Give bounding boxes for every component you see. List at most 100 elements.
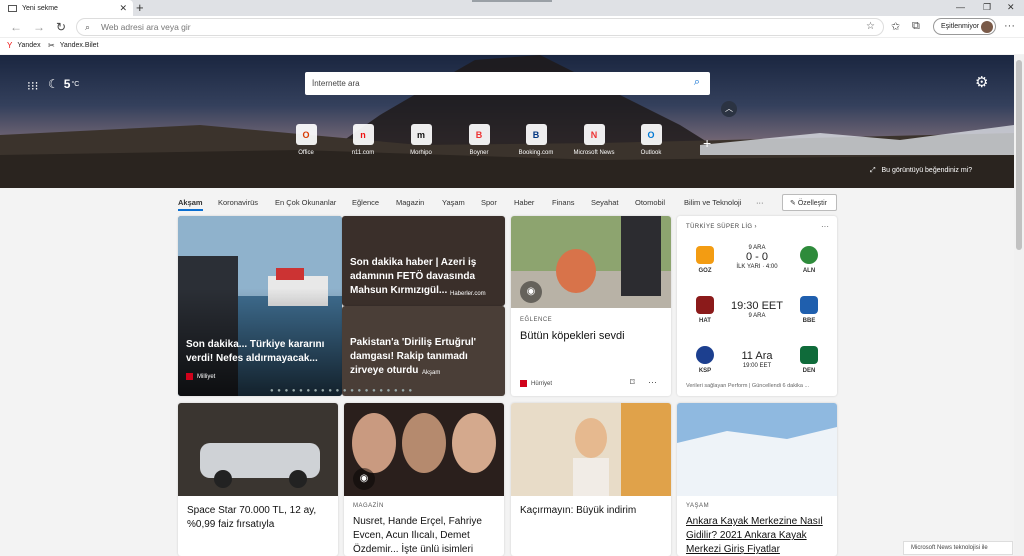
new-tab-button[interactable]: + [136, 1, 144, 14]
image-feedback[interactable]: ⤢ Bu görüntüyü beğendiniz mi? [870, 167, 972, 175]
news-card-side-2[interactable]: Pakistan'a 'Diriliş Ertuğrul' damgası! R… [342, 306, 505, 396]
quick-link-n11[interactable]: n n11.com [341, 124, 385, 156]
maximize-icon[interactable]: ❐ [983, 2, 991, 13]
team-badge-icon [696, 296, 714, 314]
scrollbar[interactable] [1014, 55, 1024, 556]
scrollbar-thumb[interactable] [1016, 60, 1022, 250]
minimize-icon[interactable]: — [956, 2, 965, 12]
sync-label: Eşitlenmiyor [941, 23, 980, 30]
yandex-bilet-icon: ✂ [48, 41, 55, 50]
tab-finans[interactable]: Finans [552, 198, 575, 207]
quick-link-booking[interactable]: B Booking.com [514, 124, 558, 156]
quick-link-boyner[interactable]: B Boyner [457, 124, 501, 156]
source-name: Haberler.com [450, 291, 486, 297]
league-header[interactable]: TÜRKİYE SÜPER LİG › [686, 224, 757, 230]
team-hat[interactable]: HAT [690, 296, 720, 324]
news-title[interactable]: Pakistan'a 'Diriliş Ertuğrul' damgası! R… [350, 336, 480, 378]
personalize-button[interactable]: ✎ Özelleştir [782, 194, 837, 211]
team-name: ALN [802, 268, 816, 274]
team-goz[interactable]: GOZ [690, 246, 720, 274]
web-search-input[interactable]: İnternette ara ⌕ [305, 72, 710, 95]
apps-grid-icon[interactable]: ⁝⁝⁝ [27, 79, 38, 93]
match-3-info: 11 Ara 19:00 EET [717, 350, 797, 369]
bookmark-icon[interactable]: ⌑ [630, 377, 635, 388]
hurriyet-logo-icon [520, 380, 527, 387]
carousel-dots[interactable]: ● ● ● ● ● ● ● ● ● ● ● ● ● ● ● ● ● ● ● ● [270, 388, 413, 394]
tab-yasam[interactable]: Yaşam [442, 198, 465, 207]
news-card-discount[interactable]: Kaçırmayın: Büyük indirim [511, 403, 671, 556]
favorite-star-icon[interactable]: ☆ [866, 21, 875, 32]
quick-link-morhipo[interactable]: m Morhipo [399, 124, 443, 156]
team-ksp[interactable]: KSP [690, 346, 720, 374]
search-icon: ⌕ [85, 22, 91, 32]
tab-new[interactable]: Yeni sekme ✕ [0, 0, 133, 16]
more-categories-icon[interactable]: ··· [756, 198, 764, 207]
news-title[interactable]: Ankara Kayak Merkezine Nasıl Gidilir? 20… [686, 515, 829, 556]
n11-icon: n [352, 124, 374, 145]
tab-eglence[interactable]: Eğlence [352, 198, 379, 207]
source-name: Milliyet [197, 373, 216, 380]
weather-unit: °C [71, 80, 80, 88]
news-card-side-1[interactable]: Son dakika haber | Azeri iş adamının FET… [342, 216, 505, 306]
tab-en-cok-okunanlar[interactable]: En Çok Okunanlar [275, 198, 336, 207]
news-title[interactable]: Bütün köpekleri sevdi [520, 329, 663, 343]
page-icon [8, 4, 17, 12]
gear-icon[interactable]: ⚙ [975, 73, 988, 91]
news-title[interactable]: Kaçırmayın: Büyük indirim [520, 504, 663, 518]
bookmark-yandex-bilet[interactable]: ✂ Yandex.Bilet [48, 41, 99, 50]
quick-link-label: Microsoft News [573, 150, 615, 156]
more-options-icon[interactable]: ··· [648, 377, 657, 387]
more-icon[interactable]: ··· [1004, 20, 1015, 32]
tab-spor[interactable]: Spor [481, 198, 497, 207]
yandex-icon: Y [7, 41, 13, 50]
quick-link-microsoft-news[interactable]: N Microsoft News [566, 124, 622, 156]
address-bar[interactable]: ⌕ Web adresi ara veya gir ☆ [76, 18, 884, 36]
news-card-car[interactable]: Space Star 70.000 TL, 12 ay, %0,99 faiz … [178, 403, 338, 556]
toolbar: ← → ↻ ⌕ Web adresi ara veya gir ☆ ✩ ⧉ Eş… [0, 16, 1024, 38]
news-title[interactable]: Son dakika... Türkiye kararını verdi! Ne… [186, 338, 336, 366]
add-quick-link-icon[interactable]: + [703, 135, 711, 151]
team-name: KSP [698, 368, 712, 374]
refresh-icon[interactable]: ↻ [56, 20, 66, 34]
close-icon[interactable]: ✕ [119, 3, 127, 14]
collections-icon[interactable]: ⧉ [912, 20, 920, 33]
forward-icon[interactable]: → [33, 20, 45, 34]
pencil-icon: ✎ [790, 200, 796, 207]
match-2-info: 19:30 EET 9 ARA [717, 300, 797, 319]
tab-drag-handle[interactable] [472, 0, 552, 2]
news-card-ski[interactable]: YAŞAM Ankara Kayak Merkezine Nasıl Gidil… [677, 403, 837, 556]
source-name: Hürriyet [531, 380, 553, 387]
team-bbe[interactable]: BBE [794, 296, 824, 324]
tab-haber[interactable]: Haber [514, 198, 534, 207]
bookmark-yandex[interactable]: Y Yandex [7, 41, 41, 50]
tab-koronavirus[interactable]: Koronavirüs [218, 198, 258, 207]
team-aln[interactable]: ALN [794, 246, 824, 274]
quick-link-label: Boyner [469, 150, 489, 156]
team-den[interactable]: DEN [794, 346, 824, 374]
more-options-icon[interactable]: ··· [821, 222, 829, 231]
tab-seyahat[interactable]: Seyahat [591, 198, 619, 207]
tab-otomobil[interactable]: Otomobil [635, 198, 665, 207]
tab-bilim-teknoloji[interactable]: Bilim ve Teknoloji [684, 198, 741, 207]
background-hero: ⁝⁝⁝ ☾ 5 °C İnternette ara ⌕ ︿ ⚙ O Office… [0, 55, 1014, 188]
news-source: Milliyet [186, 373, 215, 380]
news-title[interactable]: Space Star 70.000 TL, 12 ay, %0,99 faiz … [187, 504, 330, 532]
favorites-icon[interactable]: ✩ [891, 20, 900, 33]
quick-link-office[interactable]: O Office [284, 124, 328, 156]
collapse-chevron-icon[interactable]: ︿ [721, 101, 737, 117]
address-placeholder: Web adresi ara veya gir [101, 22, 191, 32]
profile-sync-button[interactable]: Eşitlenmiyor [933, 18, 996, 35]
weather-widget[interactable]: ☾ 5 °C [48, 77, 79, 91]
news-card-hero[interactable]: Son dakika... Türkiye kararını verdi! Ne… [178, 216, 342, 396]
news-card-magazin[interactable]: ◉ MAGAZİN Nusret, Hande Erçel, Fahriye E… [344, 403, 504, 556]
back-icon[interactable]: ← [10, 20, 22, 34]
news-title[interactable]: Nusret, Hande Erçel, Fahriye Evcen, Acun… [353, 515, 496, 556]
search-icon[interactable]: ⌕ [694, 76, 700, 89]
news-card-dog[interactable]: ◉ EĞLENCE Bütün köpekleri sevdi Hürriyet… [511, 216, 671, 396]
sports-card[interactable]: TÜRKİYE SÜPER LİG › ··· GOZ 9 ARA 0 - 0 … [677, 216, 837, 396]
tab-magazin[interactable]: Magazin [396, 198, 424, 207]
quick-link-outlook[interactable]: O Outlook [629, 124, 673, 156]
tab-aksam[interactable]: Akşam [178, 198, 203, 211]
window-close-icon[interactable]: ✕ [1007, 2, 1015, 13]
category-label: YAŞAM [686, 503, 710, 509]
